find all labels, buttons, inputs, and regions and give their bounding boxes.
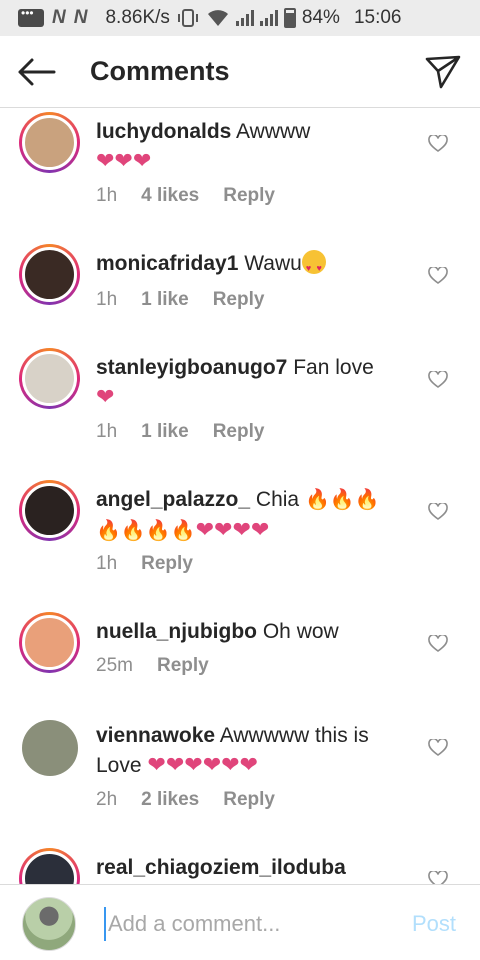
comment-age: 1h xyxy=(96,289,118,310)
paper-plane-icon[interactable] xyxy=(424,54,462,90)
avatar[interactable] xyxy=(19,848,80,884)
like-heart-icon[interactable] xyxy=(428,135,448,153)
comment-age: 1h xyxy=(96,421,118,442)
avatar[interactable] xyxy=(22,720,78,776)
fire-emoji: 🔥🔥🔥 xyxy=(304,489,380,511)
comment-age: 2h xyxy=(96,789,118,810)
avatar-image xyxy=(22,851,77,884)
avatar-image xyxy=(22,720,78,776)
comment-age: 1h xyxy=(96,553,118,574)
like-heart-icon[interactable] xyxy=(428,503,448,521)
reply-button[interactable]: Reply xyxy=(213,289,265,311)
comment-username[interactable]: real_chiagoziem_iloduba xyxy=(96,856,346,879)
avatar[interactable] xyxy=(19,348,80,409)
avatar[interactable] xyxy=(19,112,80,173)
comment-body: angel_palazzo_ Chia 🔥🔥🔥 🔥🔥🔥🔥❤❤❤❤ xyxy=(96,485,416,546)
heart-emoji: ❤❤❤ xyxy=(96,148,152,173)
avatar[interactable] xyxy=(19,244,80,305)
wifi-icon xyxy=(207,10,228,26)
comment-body: nuella_njubigbo Oh wow xyxy=(96,617,416,646)
reply-button[interactable]: Reply xyxy=(141,553,193,575)
status-right: 84% 15:06 xyxy=(176,7,402,29)
vibrate-icon xyxy=(177,9,198,27)
comment-text: Oh wow xyxy=(262,620,339,643)
comment-age: 25m xyxy=(96,655,133,676)
like-heart-icon[interactable] xyxy=(428,635,448,653)
comment-meta: 2h 2 likes Reply xyxy=(96,789,299,811)
avatar-image xyxy=(22,351,77,406)
battery-level: 84% xyxy=(301,7,340,28)
header-bar: Comments xyxy=(0,36,480,108)
comment-meta: 1h 4 likes Reply xyxy=(96,185,299,207)
network-n-icon: N xyxy=(52,7,66,28)
status-bar: N N 8.86K/s 84% 15:06 xyxy=(0,0,480,36)
comments-list[interactable]: luchydonalds Awwww ❤❤❤ 1h 4 likes Reply … xyxy=(0,109,480,884)
comment-likes[interactable]: 4 likes xyxy=(141,185,199,207)
like-heart-icon[interactable] xyxy=(428,267,448,285)
signal-icon xyxy=(235,10,254,26)
heart-emoji: ❤❤❤❤❤❤ xyxy=(147,752,258,777)
comment-username[interactable]: angel_palazzo_ xyxy=(96,488,250,511)
signal-icon-2 xyxy=(259,10,278,26)
avatar-image xyxy=(22,247,77,302)
comment-text: Awwwww this is xyxy=(219,724,369,747)
comment-body: real_chiagoziem_iloduba xyxy=(96,853,436,882)
comment-likes[interactable]: 2 likes xyxy=(141,789,199,811)
comment-username[interactable]: stanleyigboanugo7 xyxy=(96,356,287,379)
status-left: N N 8.86K/s xyxy=(18,6,170,29)
comment-text: Wawu xyxy=(244,252,302,275)
my-avatar xyxy=(22,897,76,951)
heart-emoji: ❤ xyxy=(96,384,115,409)
heart-emoji: ❤❤❤❤ xyxy=(195,517,270,542)
comment-body: viennawoke Awwwww this is Love ❤❤❤❤❤❤ xyxy=(96,721,426,780)
messages-icon xyxy=(18,6,44,27)
like-heart-icon[interactable] xyxy=(428,739,448,757)
comment-body: monicafriday1 Wawu xyxy=(96,249,416,283)
like-heart-icon[interactable] xyxy=(428,871,448,884)
reply-button[interactable]: Reply xyxy=(157,655,209,677)
comment-meta: 1h Reply xyxy=(96,553,217,575)
avatar[interactable] xyxy=(19,480,80,541)
comment-likes[interactable]: 1 like xyxy=(141,289,189,311)
like-heart-icon[interactable] xyxy=(428,371,448,389)
avatar-image xyxy=(22,483,77,538)
comment-input[interactable] xyxy=(104,907,384,941)
avatar[interactable] xyxy=(19,612,80,673)
comment-text-line2: Love xyxy=(96,754,142,777)
comment-meta: 1h 1 like Reply xyxy=(96,289,288,311)
comment-meta: 25m Reply xyxy=(96,655,233,677)
comment-likes[interactable]: 1 like xyxy=(141,421,189,443)
comment-text: Fan love xyxy=(293,356,374,379)
comment-text: Awwww xyxy=(236,120,311,143)
reply-button[interactable]: Reply xyxy=(223,185,275,207)
network-n-icon-2: N xyxy=(73,7,88,28)
battery-icon xyxy=(283,8,296,28)
avatar-image xyxy=(22,615,77,670)
comment-meta: 1h 1 like Reply xyxy=(96,421,288,443)
clock: 15:06 xyxy=(353,7,402,28)
page-title: Comments xyxy=(90,56,230,86)
comment-text: Chia xyxy=(255,488,300,511)
post-button[interactable]: Post xyxy=(412,911,456,937)
network-speed: 8.86K/s xyxy=(105,7,170,28)
comment-username[interactable]: monicafriday1 xyxy=(96,252,238,275)
comment-username[interactable]: viennawoke xyxy=(96,724,215,747)
comment-input-bar: Post xyxy=(0,884,480,960)
avatar-image xyxy=(22,115,77,170)
app-root: N N 8.86K/s 84% 15:06 Comments luchydona… xyxy=(0,0,480,960)
reply-button[interactable]: Reply xyxy=(213,421,265,443)
comment-body: stanleyigboanugo7 Fan love ❤ xyxy=(96,353,416,412)
comment-username[interactable]: luchydonalds xyxy=(96,120,231,143)
reply-button[interactable]: Reply xyxy=(223,789,275,811)
comment-body: luchydonalds Awwww ❤❤❤ xyxy=(96,117,416,176)
heart-eyes-emoji xyxy=(301,250,326,283)
comment-username[interactable]: nuella_njubigbo xyxy=(96,620,257,643)
comment-age: 1h xyxy=(96,185,118,206)
arrow-left-icon[interactable] xyxy=(16,56,56,88)
fire-emoji-line: 🔥🔥🔥🔥 xyxy=(96,520,196,542)
